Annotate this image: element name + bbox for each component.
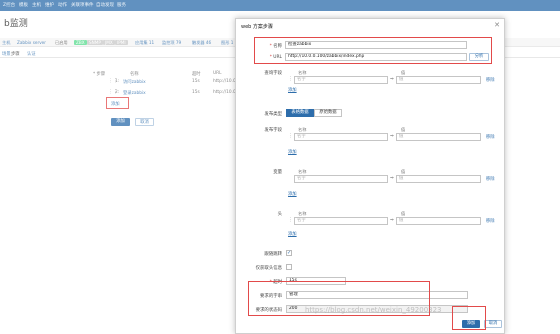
follow-redirects-checkbox[interactable]: ✓	[286, 250, 292, 256]
equals-sign: ⇒	[390, 218, 394, 223]
variables-add-link[interactable]: 添加	[288, 191, 297, 197]
query-value-input[interactable]: 值	[396, 76, 481, 84]
post-add-link[interactable]: 添加	[288, 149, 297, 155]
post-value-input[interactable]: 值	[396, 133, 481, 141]
watermark-text: https://blog.csdn.net/weixin_49200323	[305, 306, 442, 314]
query-add-link[interactable]: 添加	[288, 87, 297, 93]
dialog-title: web 方案步骤	[241, 24, 273, 30]
headers-name-input[interactable]: 名字	[294, 217, 388, 225]
variables-value-input[interactable]: 值	[396, 175, 481, 183]
highlight-box-name-url	[254, 37, 492, 64]
query-remove-link[interactable]: 移除	[486, 77, 495, 83]
headers-value-input[interactable]: 值	[396, 217, 481, 225]
variables-name-input[interactable]: 名字	[294, 175, 388, 183]
variables-label: 变量	[273, 170, 282, 175]
headers-label: 头	[277, 212, 282, 217]
retrieve-headers-label: 仅获取头信息	[255, 266, 282, 271]
retrieve-headers-checkbox[interactable]	[286, 264, 292, 270]
equals-sign: ⇒	[390, 77, 394, 82]
query-name-input[interactable]: 名字	[294, 76, 388, 84]
highlight-box-add-button	[452, 306, 486, 330]
post-remove-link[interactable]: 移除	[486, 134, 495, 140]
dialog-cancel-button[interactable]: 取消	[484, 320, 502, 328]
close-icon[interactable]: ✕	[494, 21, 500, 29]
post-name-input[interactable]: 名字	[294, 133, 388, 141]
equals-sign: ⇒	[390, 134, 394, 139]
query-fields-label: 查询字段	[264, 71, 282, 76]
post-fields-label: 发布字段	[264, 128, 282, 133]
web-step-dialog: web 方案步骤 ✕ * 名称 检查zabbix * URL http://10…	[235, 18, 505, 334]
headers-remove-link[interactable]: 移除	[486, 218, 495, 224]
post-type-raw-data[interactable]: 原始数据	[314, 109, 342, 117]
post-type-form-data[interactable]: 表格数据	[286, 109, 314, 117]
equals-sign: ⇒	[390, 176, 394, 181]
post-type-label: 发布类型	[264, 112, 282, 117]
follow-redirects-label: 跟随跳转	[264, 252, 282, 257]
headers-add-link[interactable]: 添加	[288, 231, 297, 237]
variables-remove-link[interactable]: 移除	[486, 176, 495, 182]
